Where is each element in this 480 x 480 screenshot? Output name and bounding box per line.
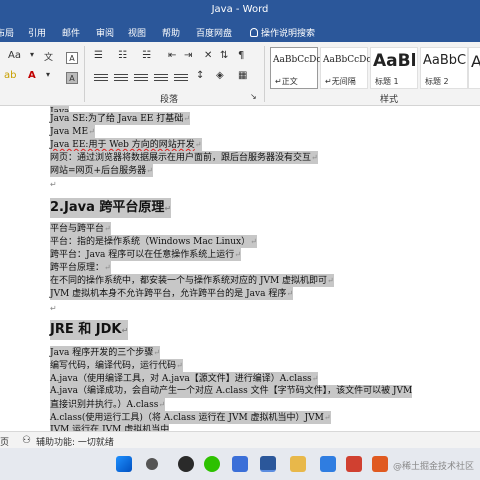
paragraph-group-label: 段落 xyxy=(160,95,179,105)
tab-baidu-netdisk[interactable]: 百度网盘 xyxy=(196,26,232,39)
style-sample: A xyxy=(471,52,480,71)
doc-line: A.java（编译成功，会自动产生一个对应 A.class 文件【字节码文件】，… xyxy=(50,385,413,398)
doc-line: 网页：通过浏览器将数据展示在用户面前，跟后台服务器没有交互↵ xyxy=(50,151,318,164)
notepad-icon[interactable] xyxy=(232,456,248,472)
paragraph-mark: ↵ xyxy=(50,180,57,189)
enclose-char-icon[interactable]: A xyxy=(66,52,78,64)
char-shading-icon[interactable]: A xyxy=(66,72,78,84)
distributed-icon[interactable] xyxy=(174,72,188,84)
numbering-icon[interactable]: ☷ xyxy=(118,50,127,61)
tab-references[interactable]: 引用 xyxy=(28,26,46,39)
style-normal[interactable]: AaBbCcDc ↵正文 xyxy=(270,47,322,89)
doc-line: A.class(使用运行工具)（将 A.class 运行在 JVM 虚拟机当中）… xyxy=(50,411,331,424)
tab-layout[interactable]: 布局 xyxy=(0,26,14,39)
window-title: Java - Word xyxy=(211,4,269,15)
tab-view[interactable]: 视图 xyxy=(128,26,146,39)
word-icon[interactable] xyxy=(260,456,276,472)
tab-mailings[interactable]: 邮件 xyxy=(62,26,80,39)
doc-line: A.java（使用编译工具，对 A.java【源文件】进行编译）A.class↵ xyxy=(50,372,319,385)
accessibility-icon: ⚇ xyxy=(22,435,31,446)
ribbon: Aa ▾ 文 A ab A ▾ A ☰ ☷ ☵ ⇤ ⇥ ✕ ⇅ ¶ ↕ ◈ ▦ … xyxy=(0,42,480,106)
style-sample: AaBbC xyxy=(423,53,467,68)
increase-indent-icon[interactable]: ⇥ xyxy=(184,50,192,61)
doc-line-partial: JVM 运行在 JVM 虚拟机当中 xyxy=(50,424,170,431)
align-right-icon[interactable] xyxy=(134,72,148,84)
doc-line: Java EE:用于 Web 方向的网站开发↵ xyxy=(50,138,202,151)
borders-icon[interactable]: ▦ xyxy=(238,70,247,81)
doc-line: 平台：指的是操作系统（Windows Mac Linux）↵ xyxy=(50,235,257,248)
decrease-indent-icon[interactable]: ⇤ xyxy=(168,50,176,61)
document-body[interactable]: Java Java SE:为了给 Java EE 打基础↵ Java ME↵ J… xyxy=(0,106,480,431)
style-name: ↵正文 xyxy=(275,77,298,86)
tab-help[interactable]: 帮助 xyxy=(162,26,180,39)
page-indicator[interactable]: 页 xyxy=(0,435,9,448)
word-window: Java - Word 布局 引用 邮件 审阅 视图 帮助 百度网盘 操作说明搜… xyxy=(0,0,480,480)
doc-line: 跨平台：Java 程序可以在任意操作系统上运行↵ xyxy=(50,248,241,261)
multilevel-list-icon[interactable]: ☵ xyxy=(142,50,151,61)
status-bar: 页 ⚇ 辅助功能: 一切就绪 xyxy=(0,431,480,448)
shading-icon[interactable]: ◈ xyxy=(216,70,224,81)
doc-line: 在不同的操作系统中，都安装一个与操作系统对应的 JVM 虚拟机即可↵ xyxy=(50,274,334,287)
browser-icon[interactable] xyxy=(320,456,336,472)
paragraph-mark: ↵ xyxy=(50,304,57,313)
doc-line: Java ME↵ xyxy=(50,125,95,138)
doc-line: 跨平台原理：↵ xyxy=(50,261,111,274)
align-center-icon[interactable] xyxy=(114,72,128,84)
ribbon-tabs: 布局 引用 邮件 审阅 视图 帮助 百度网盘 操作说明搜索 xyxy=(0,22,480,42)
tell-me-label: 操作说明搜索 xyxy=(261,29,316,39)
style-heading-1[interactable]: AaBl 标题 1 xyxy=(370,47,418,89)
taskbar: @稀土掘金技术社区 xyxy=(0,448,480,480)
style-sample: AaBl xyxy=(373,51,417,71)
bullets-icon[interactable]: ☰ xyxy=(94,50,103,61)
change-case-button[interactable]: Aa xyxy=(8,50,21,61)
chevron-down-icon[interactable]: ▾ xyxy=(30,50,34,59)
chinese-layout-icon[interactable]: ✕ xyxy=(204,50,212,61)
line-spacing-icon[interactable]: ↕ xyxy=(196,70,204,81)
doc-line: 编写代码，编译代码，运行代码↵ xyxy=(50,359,183,372)
doc-heading: JRE 和 JDK↵ xyxy=(50,320,129,340)
style-name: ↵无间隔 xyxy=(325,77,356,86)
dialog-launcher-icon[interactable]: ↘ xyxy=(250,92,257,101)
app-icon[interactable] xyxy=(346,456,362,472)
style-name: 标题 2 xyxy=(425,77,449,86)
lightbulb-icon xyxy=(250,28,258,37)
tab-review[interactable]: 审阅 xyxy=(96,26,114,39)
doc-line: Java 程序开发的三个步骤↵ xyxy=(50,346,160,359)
doc-line: JVM 虚拟机本身不允许跨平台，允许跨平台的是 Java 程序↵ xyxy=(50,287,294,300)
doc-line: 直接识别并执行。）A.class↵ xyxy=(50,398,166,411)
style-sample: AaBbCcDc xyxy=(273,55,322,65)
styles-group-label: 样式 xyxy=(380,95,399,105)
watermark: @稀土掘金技术社区 xyxy=(392,462,474,472)
doc-line: 网站=网页+后台服务器↵ xyxy=(50,164,153,177)
app-icon[interactable] xyxy=(178,456,194,472)
justify-icon[interactable] xyxy=(154,72,168,84)
task-view-icon[interactable] xyxy=(146,458,158,470)
sort-icon[interactable]: ⇅ xyxy=(220,50,228,61)
file-explorer-icon[interactable] xyxy=(290,456,306,472)
group-divider xyxy=(264,46,265,102)
title-bar: Java - Word xyxy=(0,0,480,22)
app-icon[interactable] xyxy=(372,456,388,472)
style-sample: AaBbCcDc xyxy=(323,55,372,65)
chevron-down-icon[interactable]: ▾ xyxy=(46,70,50,79)
font-color-icon[interactable]: A xyxy=(28,70,36,81)
doc-heading: 2.Java 跨平台原理↵ xyxy=(50,198,172,218)
group-divider xyxy=(84,46,85,102)
style-heading-2[interactable]: AaBbC 标题 2 xyxy=(420,47,468,89)
show-marks-icon[interactable]: ¶ xyxy=(238,50,244,61)
style-name: 标题 1 xyxy=(375,77,399,86)
style-no-spacing[interactable]: AaBbCcDc ↵无间隔 xyxy=(320,47,372,89)
start-icon[interactable] xyxy=(116,456,132,472)
tell-me-search[interactable]: 操作说明搜索 xyxy=(250,26,315,39)
doc-line: Java SE:为了给 Java EE 打基础↵ xyxy=(50,112,190,125)
style-title[interactable]: A xyxy=(468,47,480,89)
phonetic-guide-icon[interactable]: 文 xyxy=(44,50,53,63)
accessibility-status[interactable]: 辅助功能: 一切就绪 xyxy=(36,435,114,448)
align-left-icon[interactable] xyxy=(94,72,108,84)
highlight-icon[interactable]: ab xyxy=(4,70,16,81)
doc-line: 平台与跨平台↵ xyxy=(50,222,111,235)
wechat-icon[interactable] xyxy=(204,456,220,472)
